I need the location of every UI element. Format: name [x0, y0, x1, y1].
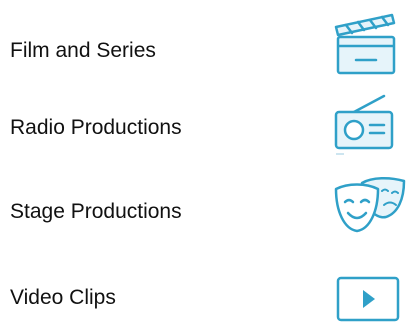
list-item-radio-productions[interactable]: Radio Productions: [0, 86, 412, 156]
clapperboard-icon: [334, 13, 400, 75]
list-item-video-clips[interactable]: Video Clips: [0, 252, 412, 322]
play-video-icon: [336, 258, 400, 328]
list-item-label: Film and Series: [10, 39, 156, 62]
radio-icon: [332, 92, 396, 156]
list-item-film-and-series[interactable]: Film and Series: [0, 5, 412, 75]
list-item-stage-productions[interactable]: Stage Productions: [0, 166, 412, 236]
list-item-label: Stage Productions: [10, 200, 182, 223]
theater-masks-icon: [332, 175, 408, 237]
list-item-label: Radio Productions: [10, 116, 182, 139]
list-item-label: Video Clips: [10, 286, 116, 309]
